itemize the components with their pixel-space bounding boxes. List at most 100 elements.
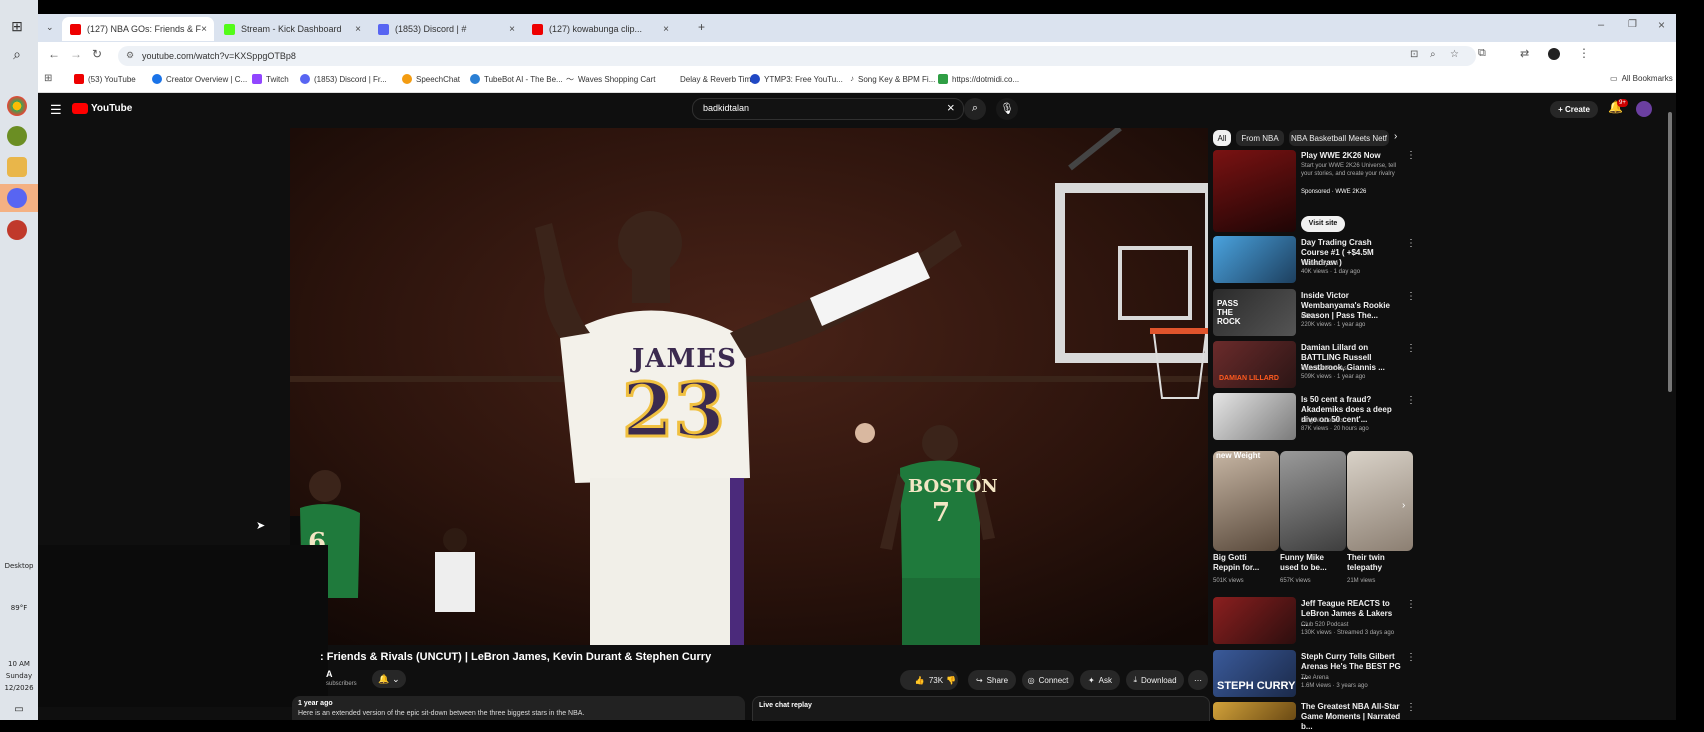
more-options-icon[interactable]: ⋮: [1406, 652, 1416, 663]
tab-discord[interactable]: (1853) Discord | # ×: [370, 17, 522, 41]
connect-button[interactable]: ◎ Connect: [1022, 670, 1074, 690]
close-tab-icon[interactable]: ×: [201, 24, 207, 35]
bookmark-star-icon[interactable]: ☆: [1450, 49, 1459, 60]
rec-meta: 130K views · Streamed 3 days ago: [1301, 630, 1395, 636]
app-icon-2[interactable]: [7, 220, 27, 240]
rec-title[interactable]: The Greatest NBA All-Star Game Moments |…: [1301, 702, 1401, 732]
forward-button[interactable]: →: [70, 47, 82, 61]
short-thumbnail[interactable]: [1280, 451, 1346, 551]
install-icon[interactable]: ⊡: [1410, 49, 1418, 60]
bookmark-item[interactable]: SpeechChat: [402, 74, 460, 84]
short-title[interactable]: Their twin telepathy: [1347, 553, 1403, 573]
video-thumbnail[interactable]: STEPH CURRY: [1213, 650, 1296, 697]
video-thumbnail[interactable]: [1213, 393, 1296, 440]
more-options-icon[interactable]: ⋮: [1406, 238, 1416, 249]
bookmark-item[interactable]: https://dotmidi.co...: [938, 74, 1019, 84]
new-tab-button[interactable]: +: [698, 20, 705, 34]
thumbnail-text: STEPH CURRY: [1217, 680, 1296, 692]
bookmark-item[interactable]: TubeBot AI - The Be...: [470, 74, 563, 84]
bookmark-item[interactable]: Delay & Reverb Tim...: [666, 74, 758, 84]
bookmark-item[interactable]: Creator Overview | C...: [152, 74, 247, 84]
chip-nba-netflix[interactable]: NBA Basketball Meets Netf: [1289, 130, 1389, 146]
search-icon[interactable]: ⌕: [7, 44, 27, 64]
bookmark-item[interactable]: YTMP3: Free YouTu...: [750, 74, 843, 84]
close-tab-icon[interactable]: ×: [509, 24, 515, 35]
chip-from-nba[interactable]: From NBA: [1236, 130, 1284, 146]
video-thumbnail[interactable]: [1213, 702, 1296, 720]
live-chat-replay[interactable]: Live chat replay: [752, 696, 1210, 721]
clear-search-icon[interactable]: ×: [947, 100, 955, 115]
channel-name[interactable]: A: [326, 669, 333, 679]
more-options-icon[interactable]: ⋮: [1406, 395, 1416, 406]
video-thumbnail[interactable]: PASS THE ROCK: [1213, 289, 1296, 336]
bookmark-item[interactable]: (1853) Discord | Fr...: [300, 74, 387, 84]
start-icon[interactable]: ⊞: [7, 16, 27, 36]
shorts-next-icon[interactable]: ›: [1402, 500, 1405, 511]
menu-icon[interactable]: ⋮: [1578, 46, 1590, 60]
more-options-icon[interactable]: ⋮: [1406, 599, 1416, 610]
subscribed-bell-button[interactable]: 🔔 ⌄: [372, 670, 406, 688]
profile-icon[interactable]: ⇄: [1520, 47, 1529, 60]
avatar[interactable]: [1636, 101, 1652, 117]
more-actions-button[interactable]: ⋯: [1188, 670, 1208, 690]
site-info-icon[interactable]: ⚙: [126, 50, 134, 61]
tab-youtube-2[interactable]: (127) kowabunga clip... ×: [524, 17, 676, 41]
video-player[interactable]: JAMES 23 BOSTON 7 6: [290, 128, 1208, 645]
tab-youtube-active[interactable]: (127) NBA GOs: Friends & F ×: [62, 17, 214, 41]
zoom-icon[interactable]: ⌕: [1430, 49, 1436, 60]
minimize-button[interactable]: –: [1598, 19, 1604, 31]
ad-title[interactable]: Play WWE 2K26 Now: [1301, 151, 1401, 161]
visit-site-button[interactable]: Visit site: [1301, 216, 1345, 232]
url-text[interactable]: youtube.com/watch?v=KXSppgOTBp8: [142, 51, 296, 61]
notification-icon[interactable]: ▭: [0, 704, 38, 715]
avatar[interactable]: [1548, 48, 1560, 60]
reload-button[interactable]: ↻: [92, 47, 102, 61]
tab-kick[interactable]: Stream - Kick Dashboard ×: [216, 17, 368, 41]
voice-search-icon[interactable]: 🎙: [996, 98, 1018, 120]
youtube-logo-icon[interactable]: [72, 103, 88, 114]
short-title[interactable]: Big Gotti Reppin for...: [1213, 553, 1269, 573]
page-scrollbar[interactable]: [1668, 112, 1672, 392]
chrome-icon[interactable]: [7, 96, 27, 116]
maximize-button[interactable]: ❐: [1628, 19, 1637, 30]
search-button[interactable]: ⌕: [964, 98, 986, 120]
close-window-button[interactable]: ×: [1658, 18, 1665, 32]
ask-button[interactable]: ✦ Ask: [1080, 670, 1120, 690]
share-button[interactable]: ↪ Share: [968, 670, 1016, 690]
video-thumbnail[interactable]: [1213, 236, 1296, 283]
all-bookmarks[interactable]: ▭ All Bookmarks: [1610, 74, 1673, 83]
more-options-icon[interactable]: ⋮: [1406, 150, 1416, 161]
more-options-icon[interactable]: ⋮: [1406, 343, 1416, 354]
video-thumbnail[interactable]: DAMIAN LILLARD: [1213, 341, 1296, 388]
dislike-button[interactable]: 👎: [940, 670, 962, 690]
app-icon[interactable]: [7, 126, 27, 146]
close-tab-icon[interactable]: ×: [663, 24, 669, 35]
bookmark-item[interactable]: (53) YouTube: [74, 74, 136, 84]
address-bar[interactable]: ⚙ youtube.com/watch?v=KXSppgOTBp8 ⊡ ⌕ ☆: [118, 46, 1476, 66]
bookmark-item[interactable]: Twitch: [252, 74, 289, 84]
folder-icon[interactable]: [7, 157, 27, 177]
close-tab-icon[interactable]: ×: [355, 24, 361, 35]
youtube-logo-text[interactable]: YouTube: [91, 103, 132, 114]
short-thumbnail[interactable]: [1213, 451, 1279, 551]
show-desktop[interactable]: Desktop: [0, 562, 38, 570]
extensions-icon[interactable]: ⧉: [1478, 47, 1486, 60]
download-button[interactable]: ⤓ Download: [1126, 670, 1184, 690]
chip-all[interactable]: All: [1213, 130, 1231, 146]
short-title[interactable]: Funny Mike used to be...: [1280, 553, 1336, 573]
bookmark-item[interactable]: 〜 Waves Shopping Cart: [566, 74, 656, 85]
hamburger-menu-icon[interactable]: ☰: [50, 102, 62, 118]
more-options-icon[interactable]: ⋮: [1406, 291, 1416, 302]
tab-search-icon[interactable]: ⌄: [46, 22, 54, 33]
back-button[interactable]: ←: [48, 47, 60, 61]
ad-thumbnail[interactable]: [1213, 150, 1296, 232]
search-input[interactable]: badkidtalan ×: [692, 98, 964, 120]
discord-icon[interactable]: [7, 188, 27, 208]
description-box[interactable]: 1 year ago Here is an extended version o…: [292, 696, 745, 720]
bookmark-item[interactable]: ♪ Song Key & BPM Fi...: [850, 74, 935, 84]
more-options-icon[interactable]: ⋮: [1406, 702, 1416, 713]
create-button[interactable]: + Create: [1550, 101, 1598, 118]
video-thumbnail[interactable]: [1213, 597, 1296, 644]
chevron-right-icon[interactable]: ›: [1394, 131, 1397, 142]
apps-icon[interactable]: ⊞: [44, 73, 52, 84]
